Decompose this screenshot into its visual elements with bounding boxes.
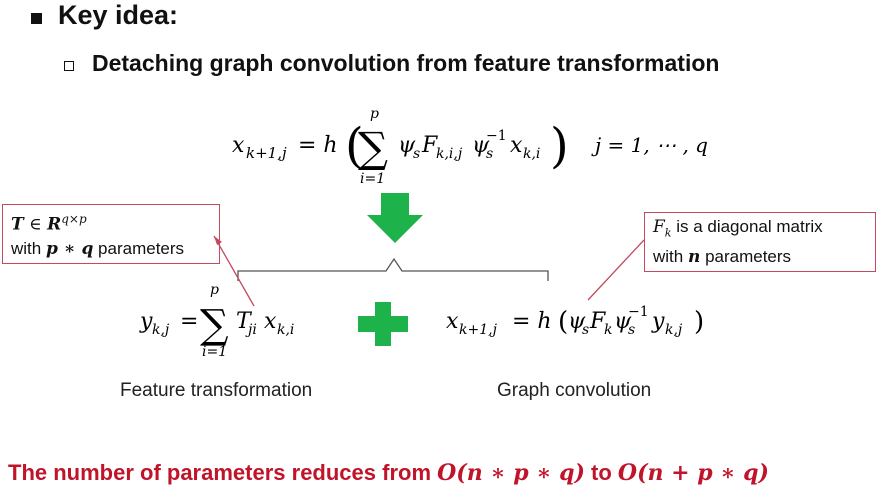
callout-left-line2: with p ∗ q parameters: [11, 237, 211, 261]
formula-right-sup: −1: [628, 304, 649, 320]
heading-bullet-icon: [31, 13, 42, 24]
formula-top-lhs: x: [232, 133, 245, 158]
formula-top-paren-close: ): [550, 118, 569, 174]
callout-left-expr: p ∗ q: [45, 238, 94, 259]
formula-right-F-sub: k: [604, 322, 612, 338]
callout-right-post: parameters: [700, 247, 792, 267]
bottom-text2: to: [584, 460, 618, 485]
callout-left-pre: with: [11, 238, 46, 258]
formula-top-x-sub: k,i: [523, 146, 540, 162]
formula-top-x: x: [510, 133, 523, 158]
callout-left-sup: q×p: [61, 212, 87, 226]
caption-feature-transformation: Feature transformation: [120, 380, 313, 401]
callout-right-line2: with n parameters: [653, 245, 867, 269]
callout-left-T: T: [11, 214, 24, 235]
formula-top-sum-bottom: i=1: [360, 171, 385, 187]
formula-left-sum-top: p: [210, 282, 219, 298]
caption-graph-convolution: Graph convolution: [497, 380, 652, 401]
callout-right-text: is a diagonal matrix: [671, 217, 823, 236]
subheading: Detaching graph convolution from feature…: [92, 50, 720, 76]
bottom-text1: The number of parameters reduces from: [8, 460, 438, 485]
callout-left-line1: T ∈ Rq×p: [11, 207, 211, 237]
formula-left-x-sub: k,i: [277, 322, 294, 338]
formula-right-paren-close: ): [694, 307, 704, 337]
formula-top-F-sub: k,i,j: [436, 146, 463, 162]
plus-icon: [358, 302, 408, 346]
callout-right-pre: with: [653, 247, 688, 267]
formula-left-lhs: y: [139, 309, 153, 334]
formula-right-y-sub: k,j: [665, 322, 683, 338]
formula-top-lhs-sub: k+1,j: [246, 144, 287, 162]
formula-left: y k,j = p ∑ i=1 T ji x k,i: [139, 282, 294, 360]
heading: Key idea:: [58, 0, 179, 30]
callout-left: T ∈ Rq×p with p ∗ q parameters: [2, 204, 220, 264]
formula-top-psi-sub: s: [413, 146, 420, 162]
callout-right: Fk is a diagonal matrix with n parameter…: [644, 212, 876, 273]
formula-top-range: j = 1, ⋯ , q: [591, 133, 708, 157]
formula-top-sum-icon: ∑: [358, 123, 388, 172]
callout-left-R: R: [47, 214, 62, 235]
callout-left-in: ∈: [23, 214, 48, 235]
formula-left-eq: =: [180, 309, 198, 334]
formula-top-eq: = h: [298, 133, 338, 158]
formula-right-psi-sub: s: [582, 322, 589, 338]
formula-right-paren-open: (: [558, 307, 568, 337]
formula-left-x: x: [264, 309, 277, 334]
formula-left-sum-bottom: i=1: [202, 344, 227, 360]
bottom-expr2: O(n + p ∗ q): [617, 460, 769, 486]
formula-top-sum-top: p: [370, 106, 379, 122]
subheading-bullet-icon: [64, 61, 74, 71]
formula-top-psi2-sub: s: [486, 146, 493, 162]
callout-right-F: F: [653, 217, 665, 237]
formula-top-sup: −1: [486, 128, 507, 144]
down-arrow-icon: [367, 193, 423, 243]
formula-right-y: y: [651, 309, 665, 334]
formula-top: x k+1,j = h ( p ∑ i=1 ψ s F k,i,j ψ s −1…: [232, 106, 708, 187]
formula-right: x k+1,j = h ( ψ s F k ψ s −1 y k,j ): [446, 304, 704, 338]
bottom-expr1: O(n ∗ p ∗ q): [437, 460, 585, 486]
formula-right-lhs-sub: k+1,j: [459, 322, 498, 338]
bottom-statement: The number of parameters reduces from O(…: [8, 460, 769, 486]
callout-right-line1: Fk is a diagonal matrix: [653, 215, 867, 245]
formula-right-eq: = h: [512, 309, 552, 334]
callout-right-n: n: [687, 247, 701, 268]
formula-right-lhs: x: [446, 309, 459, 334]
formula-left-lhs-sub: k,j: [152, 322, 170, 338]
formula-right-psi2-sub: s: [628, 322, 635, 338]
formula-left-sum-icon: ∑: [200, 302, 229, 348]
callout-left-post: parameters: [93, 238, 185, 258]
